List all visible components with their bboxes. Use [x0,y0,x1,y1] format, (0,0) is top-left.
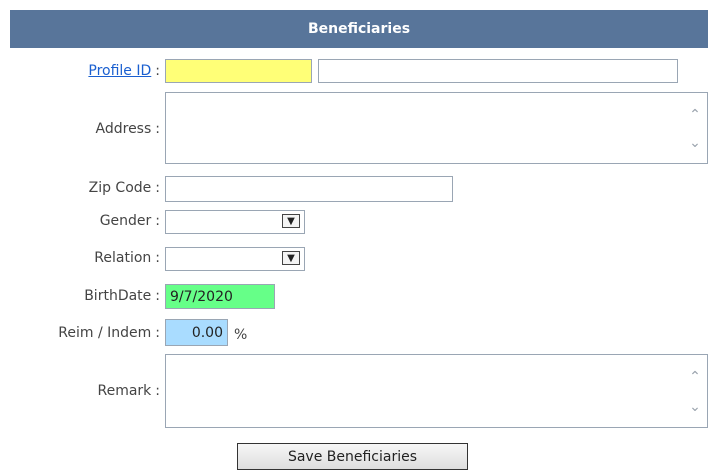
zip-code-input[interactable] [165,176,453,202]
remark-textarea[interactable]: ⌃ ⌄ [165,354,708,428]
chevron-down-icon[interactable]: ⌄ [687,135,703,151]
profile-name-input[interactable] [318,59,678,83]
relation-select[interactable]: ▼ [165,247,305,271]
address-textarea[interactable]: ⌃ ⌄ [165,92,708,164]
percent-unit: % [234,327,248,343]
address-label: Address: [95,121,160,137]
birthdate-label: BirthDate: [84,288,160,304]
chevron-up-icon[interactable]: ⌃ [687,107,703,123]
remark-label: Remark: [97,383,160,399]
profile-id-link[interactable]: Profile ID [88,63,151,79]
reim-indem-label: Reim / Indem: [58,325,160,341]
reim-indem-input[interactable]: 0.00 [165,319,228,346]
section-header: Beneficiaries [10,10,708,48]
save-beneficiaries-button[interactable]: Save Beneficiaries [237,443,468,470]
dropdown-arrow-icon[interactable]: ▼ [282,251,300,265]
zip-code-label: Zip Code: [88,180,160,196]
dropdown-arrow-icon[interactable]: ▼ [282,214,300,228]
chevron-up-icon[interactable]: ⌃ [687,369,703,385]
profile-id-input[interactable] [165,59,312,83]
gender-select[interactable]: ▼ [165,210,305,234]
save-button-label: Save Beneficiaries [287,448,418,465]
chevron-down-icon[interactable]: ⌄ [687,399,703,415]
birthdate-input[interactable]: 9/7/2020 [165,284,275,309]
relation-label: Relation: [94,250,160,266]
section-title: Beneficiaries [307,21,411,37]
gender-label: Gender: [99,213,160,229]
profile-id-label-row: Profile ID: [88,63,160,79]
